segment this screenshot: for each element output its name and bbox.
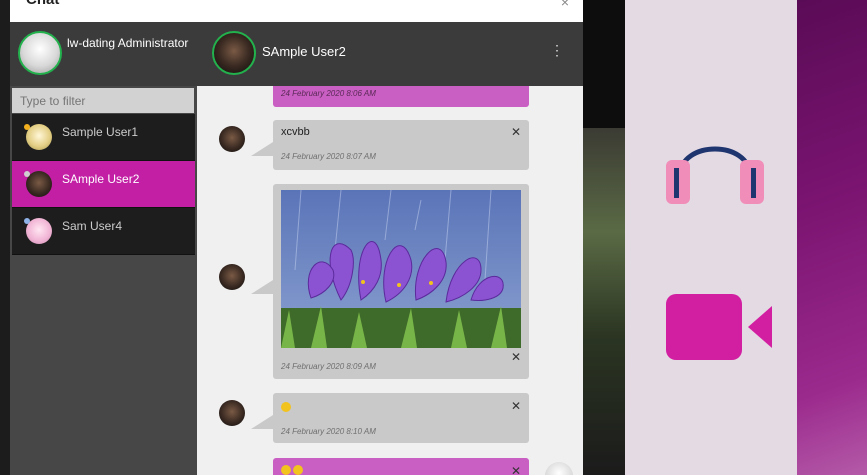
background-photo [583,128,625,475]
message-emoji [281,401,293,413]
call-panel [625,0,797,475]
message-avatar [219,126,245,152]
status-dot [24,171,30,177]
smiling-face-icon [281,465,291,475]
status-dot [24,124,30,130]
delete-message-icon[interactable]: ✕ [511,350,521,364]
message-avatar [219,264,245,290]
peer-name[interactable]: SAmple User2 [262,44,346,59]
headset-icon[interactable] [666,120,764,206]
my-message-avatar [545,462,573,475]
message-list: 24 February 2020 8:06 AM xcvbb ✕ 24 Febr… [197,86,583,475]
status-dot [24,218,30,224]
message-time: 24 February 2020 8:07 AM [281,152,376,161]
contact-list: Sample User1 SAmple User2 Sam User4 [12,114,195,255]
message-bubble: ✕ 24 February 2020 8:09 AM [251,184,529,379]
contact-name: Sam User4 [62,219,123,233]
message-emoji [281,464,305,475]
smiling-face-icon [281,402,291,413]
message-photo[interactable] [281,190,521,348]
contact-item-sam-user4[interactable]: Sam User4 [12,208,195,255]
message-time: 24 February 2020 8:09 AM [281,362,376,371]
contact-avatar [26,124,52,150]
more-options-icon[interactable]: ⋮ [550,42,564,59]
my-name: lw-dating Administrator [67,36,189,50]
delete-message-icon[interactable]: ✕ [511,464,521,475]
smiling-face-icon [293,465,303,475]
background-gradient [797,0,867,475]
contact-avatar [26,218,52,244]
message-time: 24 February 2020 8:10 AM [281,427,376,436]
contact-sidebar: Sample User1 SAmple User2 Sam User4 [10,86,197,475]
close-icon[interactable]: × [561,0,569,10]
delete-message-icon[interactable]: ✕ [511,125,521,139]
message-text: xcvbb [281,126,310,138]
message-time: 24 February 2020 8:06 AM [281,89,376,98]
bubble-tail [251,142,273,156]
filter-input[interactable] [12,88,194,113]
peer-avatar[interactable] [212,31,256,75]
bubble-tail [251,415,273,429]
message-bubble: 24 February 2020 8:06 AM [273,86,529,107]
background-strip [583,0,625,128]
video-camera-icon[interactable] [666,294,776,360]
message-bubble: ✕ 24 February 2020 8:10 AM [251,393,529,443]
contact-avatar [26,171,52,197]
contact-name: Sample User1 [62,125,139,139]
bubble-tail [251,280,273,294]
chat-titlebar: Chat × [10,0,583,22]
contact-item-sample-user1[interactable]: Sample User1 [12,114,195,161]
chat-window: Chat × lw-dating Administrator SAmple Us… [10,0,583,475]
chat-title: Chat [26,0,59,8]
contact-item-sample-user2[interactable]: SAmple User2 [12,161,195,208]
delete-message-icon[interactable]: ✕ [511,399,521,413]
message-bubble: ✕ [273,458,529,475]
my-avatar [18,31,62,75]
contact-name: SAmple User2 [62,172,140,186]
chat-header: lw-dating Administrator SAmple User2 ⋮ [10,22,583,86]
message-bubble: xcvbb ✕ 24 February 2020 8:07 AM [251,120,529,170]
message-avatar [219,400,245,426]
